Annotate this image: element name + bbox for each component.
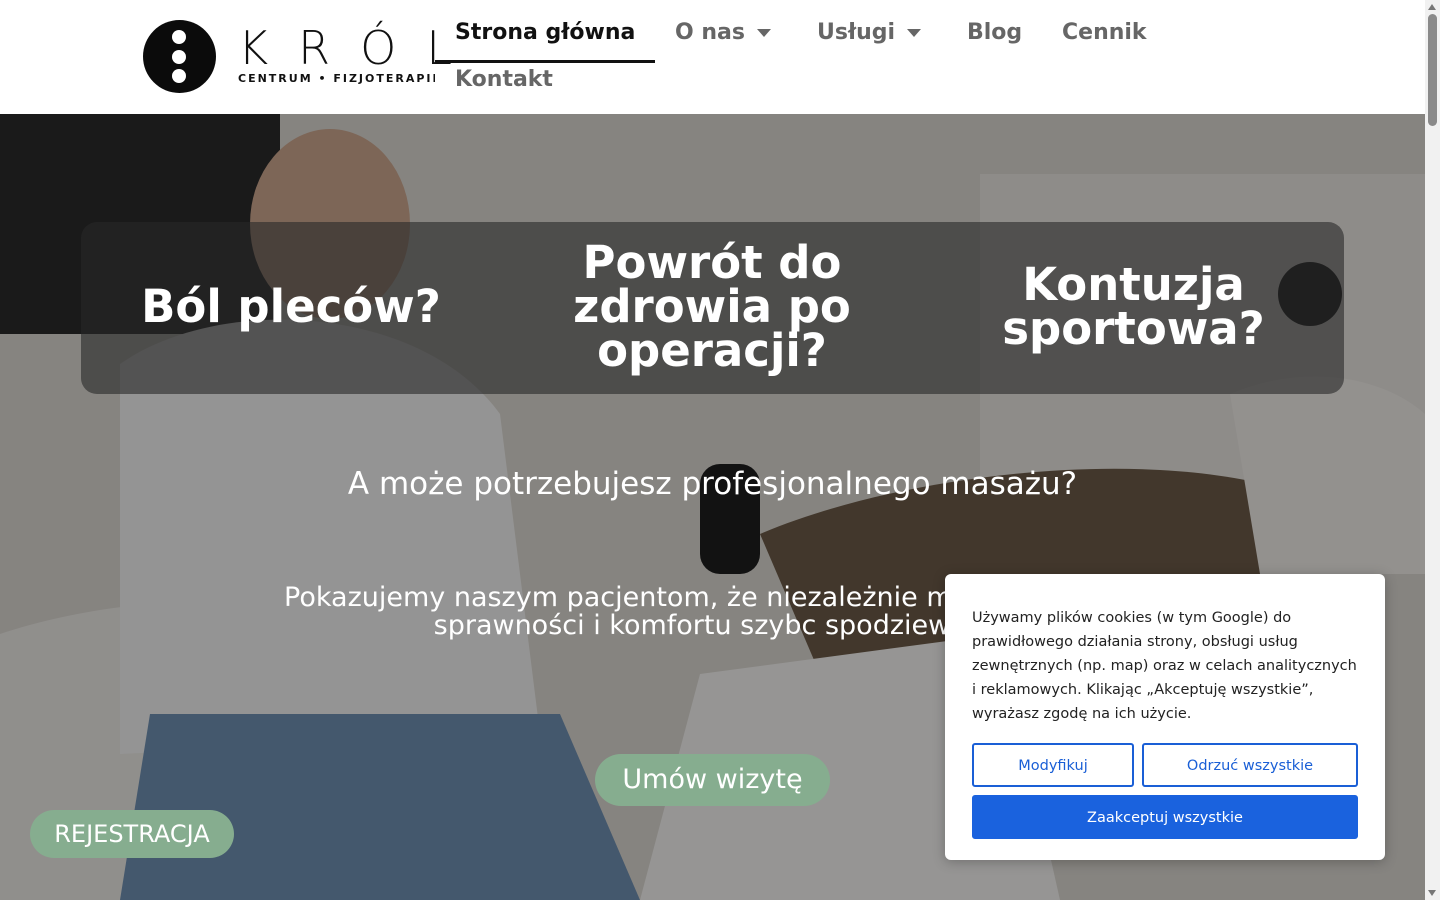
- cookie-reject-button[interactable]: Odrzuć wszystkie: [1142, 743, 1358, 787]
- logo-dot: [172, 50, 186, 64]
- scroll-up-arrow-icon[interactable]: [1428, 4, 1436, 10]
- nav-item-label: O nas: [675, 20, 745, 45]
- logo-tagline: CENTRUM • FIZJOTERAPII: [238, 72, 435, 85]
- nav-item-about[interactable]: O nas: [675, 6, 771, 60]
- nav-item-label: Usługi: [817, 20, 896, 45]
- cookie-modify-button[interactable]: Modyfikuj: [972, 743, 1134, 787]
- page-scrollbar[interactable]: [1425, 0, 1440, 900]
- scroll-down-arrow-icon[interactable]: [1428, 890, 1436, 896]
- caret-down-icon: [907, 29, 922, 37]
- banner-sports-injury: Kontuzja sportowa?: [1002, 258, 1265, 355]
- banner-back-pain: Ból pleców?: [141, 280, 441, 333]
- hero-subheading: A może potrzebujesz profesjonalnego masa…: [347, 466, 1078, 502]
- logo-dot: [172, 30, 186, 44]
- cookie-message: Używamy plików cookies (w tym Google) do…: [972, 610, 1357, 722]
- nav-item-label: Strona główna: [455, 20, 636, 45]
- site-logo[interactable]: KRÓL CENTRUM • FIZJOTERAPII: [143, 20, 452, 94]
- nav-item-blog[interactable]: Blog: [967, 6, 1022, 60]
- nav-item-pricing[interactable]: Cennik: [1062, 6, 1147, 60]
- logo-dot: [172, 69, 186, 83]
- nav-item-label: Cennik: [1062, 20, 1147, 45]
- banner-post-surgery: Powrót do zdrowia po operacji?: [573, 236, 851, 377]
- cookie-consent-dialog: Używamy plików cookies (w tym Google) do…: [945, 574, 1385, 860]
- caret-down-icon: [756, 29, 771, 37]
- site-header: KRÓL CENTRUM • FIZJOTERAPII Strona główn…: [0, 0, 1425, 114]
- book-visit-button[interactable]: Umów wizytę: [595, 754, 830, 806]
- scrollbar-thumb[interactable]: [1428, 14, 1437, 126]
- hero-banner: Ból pleców? Powrót do zdrowia po operacj…: [81, 222, 1344, 394]
- nav-item-services[interactable]: Usługi: [817, 6, 922, 60]
- logo-mark: [143, 20, 216, 93]
- registration-button[interactable]: REJESTRACJA: [30, 810, 234, 858]
- nav-item-label: Blog: [967, 20, 1023, 45]
- nav-item-contact[interactable]: Kontakt: [455, 53, 553, 107]
- nav-item-label: Kontakt: [455, 67, 553, 92]
- cookie-accept-button[interactable]: Zaakceptuj wszystkie: [972, 795, 1358, 839]
